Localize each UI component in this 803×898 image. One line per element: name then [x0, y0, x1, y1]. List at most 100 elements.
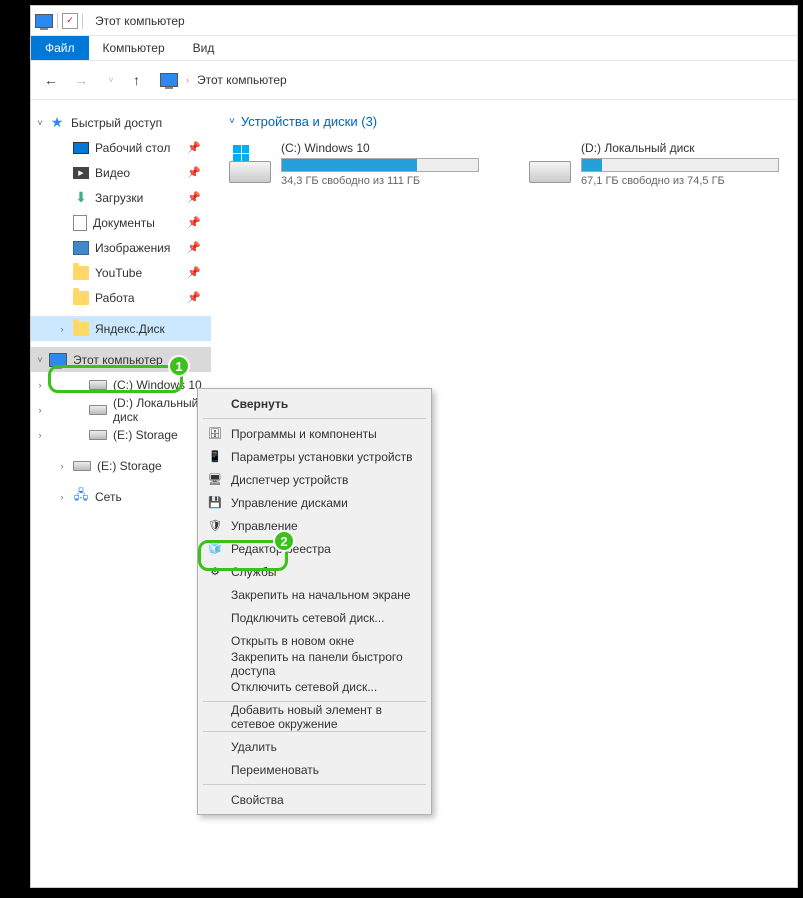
chevron-right-icon[interactable]: ›: [57, 461, 67, 471]
drive-name: (C:) Windows 10: [281, 141, 479, 155]
ctx-programs[interactable]: 🗄Программы и компоненты: [201, 422, 428, 445]
drive-icon: [73, 461, 91, 471]
ctx-delete[interactable]: Удалить: [201, 735, 428, 758]
chevron-down-icon: ˅: [229, 116, 235, 127]
windows-logo-icon: [233, 145, 249, 161]
sidebar-item-quick-access[interactable]: ˅ ★ Быстрый доступ: [31, 110, 211, 135]
sidebar-item-youtube[interactable]: YouTube 📌: [31, 260, 211, 285]
sidebar-item-drive-d[interactable]: › (D:) Локальный диск: [31, 397, 211, 422]
pc-icon: [35, 14, 53, 28]
tab-file[interactable]: Файл: [31, 36, 89, 60]
menu-separator: [203, 784, 426, 785]
ctx-collapse[interactable]: Свернуть: [201, 392, 428, 415]
download-icon: ⬇: [73, 190, 89, 206]
drive-item-d[interactable]: (D:) Локальный диск 67,1 ГБ свободно из …: [529, 141, 779, 187]
drive-icon: [89, 430, 107, 440]
pin-icon: 📌: [187, 266, 201, 279]
drive-usage-bar: [581, 158, 779, 172]
sidebar-item-desktop[interactable]: Рабочий стол 📌: [31, 135, 211, 160]
drive-info: (C:) Windows 10 34,3 ГБ свободно из 111 …: [281, 141, 479, 187]
ctx-device-params[interactable]: 📱Параметры установки устройств: [201, 445, 428, 468]
chevron-right-icon[interactable]: ›: [35, 430, 45, 440]
drive-name: (D:) Локальный диск: [581, 141, 779, 155]
ctx-properties[interactable]: Свойства: [201, 788, 428, 811]
ctx-pin-quick[interactable]: Закрепить на панели быстрого доступа: [201, 652, 428, 675]
ctx-rename[interactable]: Переименовать: [201, 758, 428, 781]
drive-info: (D:) Локальный диск 67,1 ГБ свободно из …: [581, 141, 779, 187]
gear-icon: ⚙: [207, 564, 223, 580]
ctx-regedit[interactable]: 🧊Редактор реестра: [201, 537, 428, 560]
regedit-icon: 🧊: [207, 541, 223, 557]
chevron-down-icon[interactable]: ˅: [35, 355, 45, 365]
sidebar-item-drive-e-second[interactable]: › (E:) Storage: [31, 453, 211, 478]
sidebar-item-drive-e[interactable]: › (E:) Storage: [31, 422, 211, 447]
desktop-icon: [73, 142, 89, 154]
ctx-management[interactable]: 🛡Управление: [201, 514, 428, 537]
chevron-right-icon[interactable]: ›: [35, 405, 45, 415]
video-icon: ▶: [73, 167, 89, 179]
menu-separator: [203, 418, 426, 419]
disk-icon: 💾: [207, 495, 223, 511]
pin-icon: 📌: [187, 166, 201, 179]
sidebar-item-documents[interactable]: Документы 📌: [31, 210, 211, 235]
address-location: Этот компьютер: [197, 73, 287, 87]
folder-icon: [73, 322, 89, 336]
nav-forward-button[interactable]: →: [73, 72, 89, 88]
pin-icon: 📌: [187, 291, 201, 304]
navigation-bar: ← → ˅ ↑ › Этот компьютер: [31, 60, 797, 100]
drive-free-text: 67,1 ГБ свободно из 74,5 ГБ: [581, 175, 779, 187]
pin-icon: 📌: [187, 141, 201, 154]
ctx-map-drive[interactable]: Подключить сетевой диск...: [201, 606, 428, 629]
tab-computer[interactable]: Компьютер: [89, 36, 179, 60]
pictures-icon: [73, 241, 89, 255]
nav-up-button[interactable]: ↑: [133, 72, 140, 88]
annotation-badge-1: 1: [168, 355, 190, 377]
ctx-pin-start[interactable]: Закрепить на начальном экране: [201, 583, 428, 606]
nav-back-button[interactable]: ←: [43, 72, 59, 88]
address-bar[interactable]: › Этот компьютер: [154, 69, 785, 91]
sidebar-item-pictures[interactable]: Изображения 📌: [31, 235, 211, 260]
sidebar-item-downloads[interactable]: ⬇ Загрузки 📌: [31, 185, 211, 210]
ctx-disconnect-drive[interactable]: Отключить сетевой диск...: [201, 675, 428, 698]
chevron-right-icon[interactable]: ›: [35, 380, 45, 390]
chevron-down-icon[interactable]: ˅: [35, 118, 45, 128]
programs-icon: 🗄: [207, 426, 223, 442]
navigation-pane: ˅ ★ Быстрый доступ Рабочий стол 📌 ▶ Виде…: [31, 100, 211, 887]
titlebar: ✓ Этот компьютер: [31, 6, 797, 36]
drive-icon: [529, 141, 571, 183]
nav-recent-dropdown[interactable]: ˅: [103, 75, 119, 85]
pc-icon: [49, 353, 67, 367]
sidebar-item-work[interactable]: Работа 📌: [31, 285, 211, 310]
sidebar-item-network[interactable]: › 🖧 Сеть: [31, 484, 211, 509]
star-icon: ★: [49, 115, 65, 131]
ctx-services[interactable]: ⚙Службы: [201, 560, 428, 583]
pc-icon: [160, 73, 178, 87]
chevron-right-icon[interactable]: ›: [57, 492, 67, 502]
ctx-device-mgr[interactable]: 🖥Диспетчер устройств: [201, 468, 428, 491]
drive-icon: [229, 141, 271, 183]
shield-icon: 🛡: [207, 518, 223, 534]
separator: [82, 13, 83, 29]
chevron-right-icon[interactable]: ›: [57, 324, 67, 334]
qat-properties-icon[interactable]: ✓: [62, 13, 78, 29]
tab-view[interactable]: Вид: [179, 36, 229, 60]
pin-icon: 📌: [187, 216, 201, 229]
section-header-devices[interactable]: ˅ Устройства и диски (3): [229, 114, 779, 129]
separator: [57, 13, 58, 29]
context-menu: Свернуть 🗄Программы и компоненты 📱Параме…: [197, 388, 432, 815]
drive-icon: [89, 405, 107, 415]
window-title: Этот компьютер: [95, 14, 185, 28]
device-mgr-icon: 🖥: [207, 472, 223, 488]
drives-list: (C:) Windows 10 34,3 ГБ свободно из 111 …: [229, 141, 779, 187]
sidebar-item-yandex-disk[interactable]: › Яндекс.Диск: [31, 316, 211, 341]
ctx-disk-mgmt[interactable]: 💾Управление дисками: [201, 491, 428, 514]
documents-icon: [73, 215, 87, 231]
drive-usage-bar: [281, 158, 479, 172]
folder-icon: [73, 266, 89, 280]
device-icon: 📱: [207, 449, 223, 465]
sidebar-item-video[interactable]: ▶ Видео 📌: [31, 160, 211, 185]
annotation-badge-2: 2: [273, 530, 295, 552]
drive-item-c[interactable]: (C:) Windows 10 34,3 ГБ свободно из 111 …: [229, 141, 479, 187]
quick-access-toolbar: ✓: [35, 13, 83, 29]
ctx-add-network[interactable]: Добавить новый элемент в сетевое окружен…: [201, 705, 428, 728]
